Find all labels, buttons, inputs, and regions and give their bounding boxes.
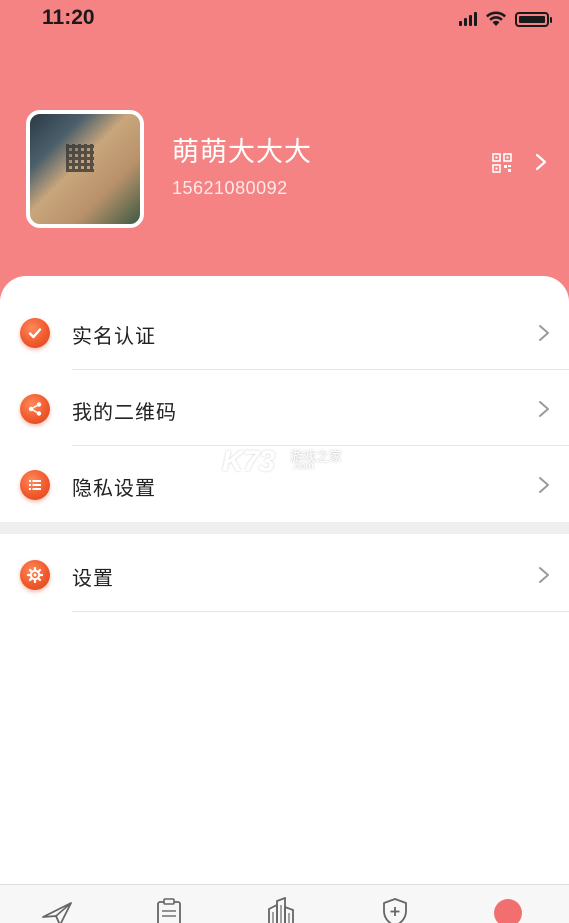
watermark-main: K73 xyxy=(222,445,275,478)
divider xyxy=(72,369,569,370)
buildings-icon xyxy=(268,896,294,923)
bottom-tab-bar xyxy=(0,884,569,923)
profile-row[interactable]: 萌萌大大大 15621080092 xyxy=(26,110,548,230)
menu-item-label: 我的二维码 xyxy=(72,400,177,424)
menu-item-label: 实名认证 xyxy=(72,324,156,348)
chevron-right-icon[interactable] xyxy=(534,152,548,172)
section-separator xyxy=(0,522,569,534)
tab-clipboard[interactable] xyxy=(152,897,186,923)
shield-plus-icon xyxy=(383,898,407,923)
menu-item-settings[interactable]: 设置 xyxy=(0,538,569,612)
menu-item-label: 隐私设置 xyxy=(72,476,156,500)
status-icons xyxy=(459,10,552,28)
wifi-icon xyxy=(486,11,506,26)
avatar[interactable] xyxy=(26,110,144,228)
watermark: K73 游戏之家 .com xyxy=(222,445,352,478)
tab-profile-active[interactable] xyxy=(494,899,522,923)
menu-item-real-name-verification[interactable]: 实名认证 xyxy=(0,296,569,370)
chevron-right-icon xyxy=(539,325,549,341)
chevron-right-icon xyxy=(539,477,549,493)
profile-phone: 15621080092 xyxy=(172,178,288,198)
verified-check-icon xyxy=(20,318,50,348)
menu-item-label: 设置 xyxy=(72,566,114,590)
chevron-right-icon xyxy=(539,567,549,583)
share-icon xyxy=(20,394,50,424)
status-time: 11:20 xyxy=(42,6,95,29)
profile-name: 萌萌大大大 xyxy=(172,137,312,168)
chevron-right-icon xyxy=(539,401,549,417)
paper-plane-icon xyxy=(42,902,72,923)
tab-buildings[interactable] xyxy=(264,896,298,923)
gear-icon xyxy=(20,560,50,590)
tab-paper-plane[interactable] xyxy=(40,897,74,923)
qr-code-icon[interactable] xyxy=(492,153,512,173)
clipboard-icon xyxy=(157,898,181,923)
status-bar: 11:20 xyxy=(0,0,569,40)
cellular-signal-icon xyxy=(459,12,477,26)
watermark-domain: .com xyxy=(292,461,314,472)
divider xyxy=(72,611,569,612)
tab-shield[interactable] xyxy=(378,897,412,923)
list-icon xyxy=(20,470,50,500)
battery-icon xyxy=(515,11,552,27)
menu-item-my-qr-code[interactable]: 我的二维码 xyxy=(0,372,569,446)
settings-card: 实名认证 我的二维码 隐私设置 设置 xyxy=(0,276,569,886)
